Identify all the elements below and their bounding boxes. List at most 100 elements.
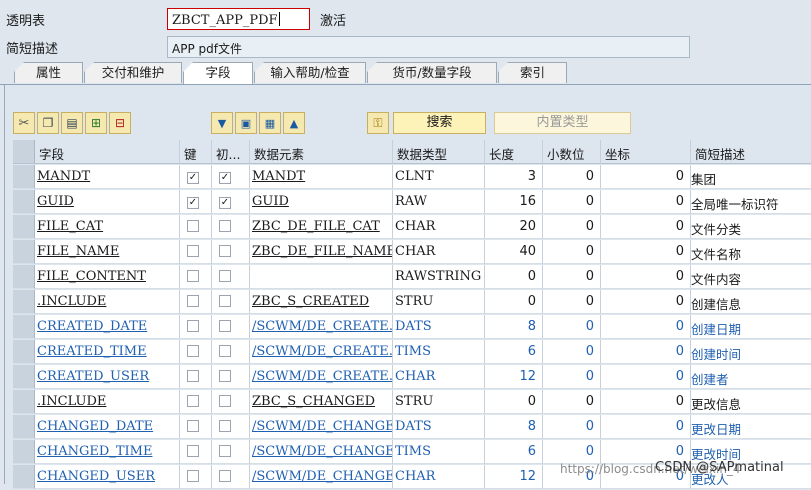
table-row[interactable]: CREATED_TIME/SCWM/DE_CREATE… TIMS 6 0 0 创建时间: [13, 340, 811, 365]
filter-button[interactable]: ▼: [211, 112, 233, 134]
cell-field[interactable]: CREATED_TIME: [35, 340, 180, 364]
table-name-input[interactable]: ZBCT_APP_PDF: [167, 8, 310, 30]
row-selector[interactable]: [13, 465, 35, 489]
row-selector[interactable]: [13, 365, 35, 389]
cell-data-element[interactable]: ZBC_DE_FILE_NAME: [250, 240, 393, 264]
table-row[interactable]: FILE_NAME ZBC_DE_FILE_NAME CHAR 40 0 0 文件名称: [13, 240, 811, 265]
cell-field[interactable]: FILE_NAME: [35, 240, 180, 264]
builtin-type-button[interactable]: 内置类型: [494, 112, 631, 134]
cell-data-element[interactable]: /SCWM/DE_CREATE…: [250, 365, 393, 389]
cell-data-element[interactable]: ZBC_DE_FILE_CAT: [250, 215, 393, 239]
row-selector[interactable]: [13, 440, 35, 464]
paste-button[interactable]: ▤: [61, 112, 83, 134]
row-selector[interactable]: [13, 215, 35, 239]
col-header-key[interactable]: 键: [180, 140, 212, 164]
table-row[interactable]: MANDT ✓ ✓ MANDT CLNT 3 0 0 集团: [13, 165, 811, 190]
cell-data-element[interactable]: ZBC_S_CHANGED: [250, 390, 393, 414]
cell-data-element[interactable]: /SCWM/DE_CREATE…: [250, 340, 393, 364]
row-selector[interactable]: [13, 265, 35, 289]
checkbox[interactable]: [219, 470, 231, 482]
checkbox[interactable]: [187, 345, 199, 357]
table-row[interactable]: FILE_CONTENT RAWSTRING 0 0 0 文件内容: [13, 265, 811, 290]
row-selector[interactable]: [13, 240, 35, 264]
checkbox[interactable]: [219, 295, 231, 307]
description-input[interactable]: APP pdf文件: [167, 36, 690, 58]
cell-data-element[interactable]: ZBC_S_CREATED: [250, 290, 393, 314]
sort-button[interactable]: ▲: [283, 112, 305, 134]
row-selector[interactable]: [13, 390, 35, 414]
checkbox[interactable]: [187, 295, 199, 307]
checkbox[interactable]: [187, 395, 199, 407]
col-header-data-element[interactable]: 数据元素: [250, 140, 393, 164]
checkbox[interactable]: [187, 420, 199, 432]
row-selector[interactable]: [13, 340, 35, 364]
col-header-length[interactable]: 长度: [485, 140, 543, 164]
col-header-initial[interactable]: 初...: [212, 140, 250, 164]
col-header-field[interactable]: 字段: [35, 140, 180, 164]
checkbox[interactable]: [219, 320, 231, 332]
col-header-coordinate[interactable]: 坐标: [601, 140, 691, 164]
tab-attributes[interactable]: 属性: [14, 62, 83, 83]
checkbox[interactable]: ✓: [219, 197, 231, 209]
checkbox[interactable]: [219, 370, 231, 382]
checkbox[interactable]: ✓: [187, 172, 199, 184]
cell-field[interactable]: FILE_CAT: [35, 215, 180, 239]
tab-currency-quantity[interactable]: 货币/数量字段: [367, 62, 497, 83]
checkbox[interactable]: [219, 445, 231, 457]
select-all-cell[interactable]: [13, 140, 35, 164]
table-row[interactable]: CREATED_DATE/SCWM/DE_CREATE… DATS 8 0 0 创建日期: [13, 315, 811, 340]
table-row[interactable]: .INCLUDE ZBC_S_CHANGED STRU 0 0 0 更改信息: [13, 390, 811, 415]
cell-field[interactable]: .INCLUDE: [35, 290, 180, 314]
checkbox[interactable]: ✓: [219, 172, 231, 184]
row-selector[interactable]: [13, 165, 35, 189]
row-selector[interactable]: [13, 315, 35, 339]
cell-data-element[interactable]: MANDT: [250, 165, 393, 189]
search-button[interactable]: 搜索: [393, 112, 486, 134]
checkbox[interactable]: [187, 470, 199, 482]
col-header-decimals[interactable]: 小数位: [543, 140, 601, 164]
copy-button[interactable]: ❐: [37, 112, 59, 134]
table-row[interactable]: GUID ✓ ✓ GUID RAW 16 0 0 全局唯一标识符: [13, 190, 811, 215]
cell-field[interactable]: FILE_CONTENT: [35, 265, 180, 289]
checkbox[interactable]: [219, 245, 231, 257]
checkbox[interactable]: [219, 420, 231, 432]
tab-indexes[interactable]: 索引: [498, 62, 567, 83]
cell-data-element[interactable]: [250, 265, 393, 289]
checkbox[interactable]: [187, 445, 199, 457]
details-button[interactable]: ▣: [235, 112, 257, 134]
checkbox[interactable]: [187, 245, 199, 257]
key-button[interactable]: ⚿: [367, 112, 389, 134]
cell-field[interactable]: .INCLUDE: [35, 390, 180, 414]
checkbox[interactable]: ✓: [187, 197, 199, 209]
table-row[interactable]: CHANGED_DATE/SCWM/DE_CHANGE… DATS 8 0 0 更改日期: [13, 415, 811, 440]
cell-field[interactable]: CHANGED_USER: [35, 465, 180, 489]
tab-fields[interactable]: 字段: [183, 62, 253, 84]
checkbox[interactable]: [219, 345, 231, 357]
delete-row-button[interactable]: ⊟: [109, 112, 131, 134]
table-row[interactable]: .INCLUDE ZBC_S_CREATED STRU 0 0 0 创建信息: [13, 290, 811, 315]
checkbox[interactable]: [219, 220, 231, 232]
checkbox[interactable]: [219, 270, 231, 282]
checkbox[interactable]: [187, 320, 199, 332]
row-selector[interactable]: [13, 190, 35, 214]
cell-field[interactable]: CREATED_DATE: [35, 315, 180, 339]
cell-data-element[interactable]: /SCWM/DE_CHANGE…: [250, 415, 393, 439]
col-header-short-desc[interactable]: 简短描述: [691, 140, 811, 164]
insert-row-button[interactable]: ⊞: [85, 112, 107, 134]
cell-data-element[interactable]: /SCWM/DE_CREATE…: [250, 315, 393, 339]
checkbox[interactable]: [219, 395, 231, 407]
checkbox[interactable]: [187, 270, 199, 282]
cut-button[interactable]: ✂: [13, 112, 35, 134]
tab-input-help-check[interactable]: 输入帮助/检查: [254, 62, 366, 83]
cell-data-element[interactable]: GUID: [250, 190, 393, 214]
cell-field[interactable]: CREATED_USER: [35, 365, 180, 389]
row-selector[interactable]: [13, 290, 35, 314]
cell-field[interactable]: MANDT: [35, 165, 180, 189]
row-selector[interactable]: [13, 415, 35, 439]
checkbox[interactable]: [187, 220, 199, 232]
col-header-data-type[interactable]: 数据类型: [393, 140, 485, 164]
tab-delivery-maintenance[interactable]: 交付和维护: [84, 62, 182, 83]
checkbox[interactable]: [187, 370, 199, 382]
cell-data-element[interactable]: /SCWM/DE_CHANGE…: [250, 440, 393, 464]
cell-field[interactable]: CHANGED_DATE: [35, 415, 180, 439]
